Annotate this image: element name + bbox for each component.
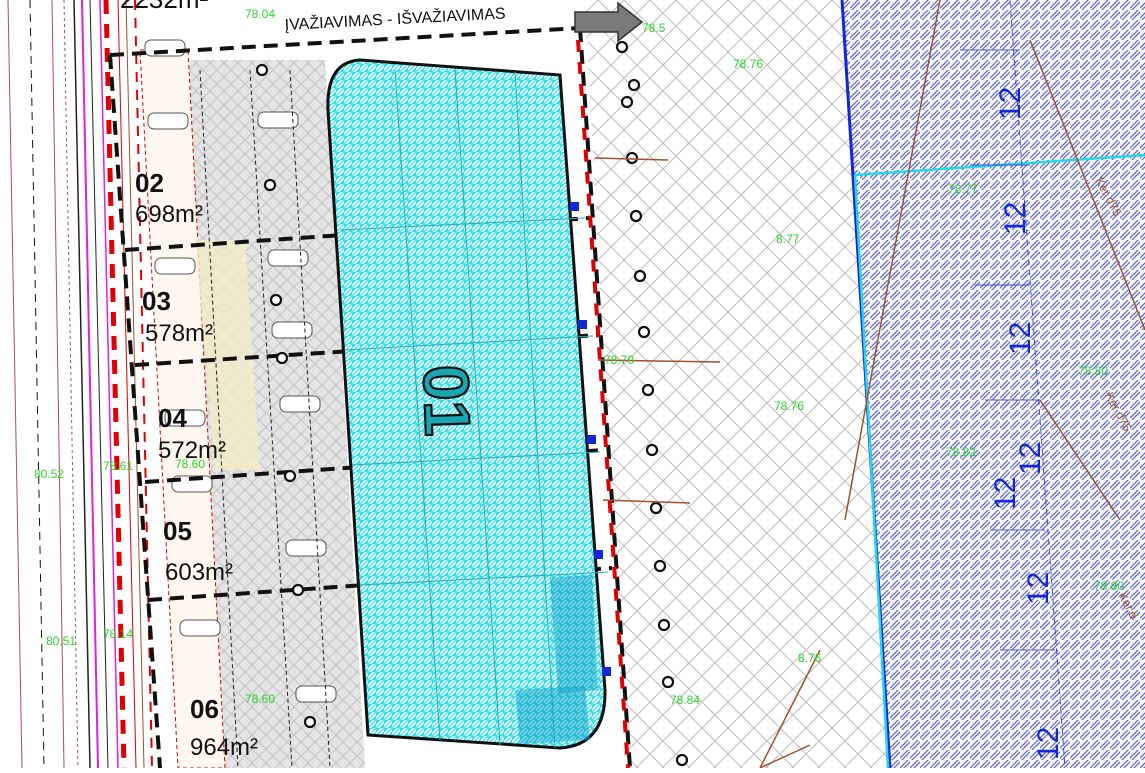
svg-text:8.77: 8.77 — [776, 232, 800, 246]
plot-area: 578m² — [145, 320, 213, 347]
plot-area: 698m² — [135, 201, 203, 228]
svg-text:78.5: 78.5 — [642, 21, 666, 35]
top-area-label: 2232m² — [120, 0, 208, 14]
svg-text:78.14: 78.14 — [103, 627, 133, 641]
building-darker-block — [515, 686, 590, 744]
svg-text:78.82: 78.82 — [946, 445, 976, 459]
building-darker-block — [550, 575, 598, 694]
plot-id: 04 — [158, 403, 187, 433]
svg-text:8.76: 8.76 — [798, 651, 822, 665]
svg-text:78.76: 78.76 — [774, 399, 804, 413]
svg-text:78.76: 78.76 — [733, 57, 763, 71]
svg-text:78.60: 78.60 — [175, 457, 205, 471]
plot-area: 964m² — [190, 734, 258, 761]
svg-text:12: 12 — [994, 87, 1027, 120]
svg-text:80.52: 80.52 — [34, 467, 64, 481]
building-label: 01 — [409, 364, 483, 438]
svg-text:78.84: 78.84 — [670, 693, 700, 707]
svg-text:78.80: 78.80 — [1078, 364, 1108, 378]
svg-text:78.61: 78.61 — [103, 459, 133, 473]
svg-text:12: 12 — [1032, 727, 1065, 760]
svg-text:80.51: 80.51 — [46, 634, 76, 648]
svg-text:12: 12 — [1014, 442, 1047, 475]
svg-text:12: 12 — [999, 202, 1032, 235]
plot-id: 02 — [135, 168, 164, 198]
site-plan-map: 2232m² ĮVAŽIAVIMAS - IŠVAŽIAVIMAS 02 698… — [0, 0, 1145, 769]
plot-area: 603m² — [165, 559, 233, 586]
svg-text:78.04: 78.04 — [245, 7, 275, 21]
plot-id: 05 — [163, 516, 192, 546]
svg-text:78.80: 78.80 — [1094, 579, 1124, 593]
svg-text:78.77: 78.77 — [948, 182, 978, 196]
svg-text:12: 12 — [989, 477, 1022, 510]
neighbour-crosshatch-area — [585, 0, 890, 768]
svg-text:78.60: 78.60 — [245, 692, 275, 706]
plot-id: 06 — [190, 694, 219, 724]
plot-id: 03 — [142, 286, 171, 316]
svg-text:12: 12 — [1022, 572, 1055, 605]
svg-text:78.70: 78.70 — [604, 353, 634, 367]
svg-text:12: 12 — [1004, 322, 1037, 355]
